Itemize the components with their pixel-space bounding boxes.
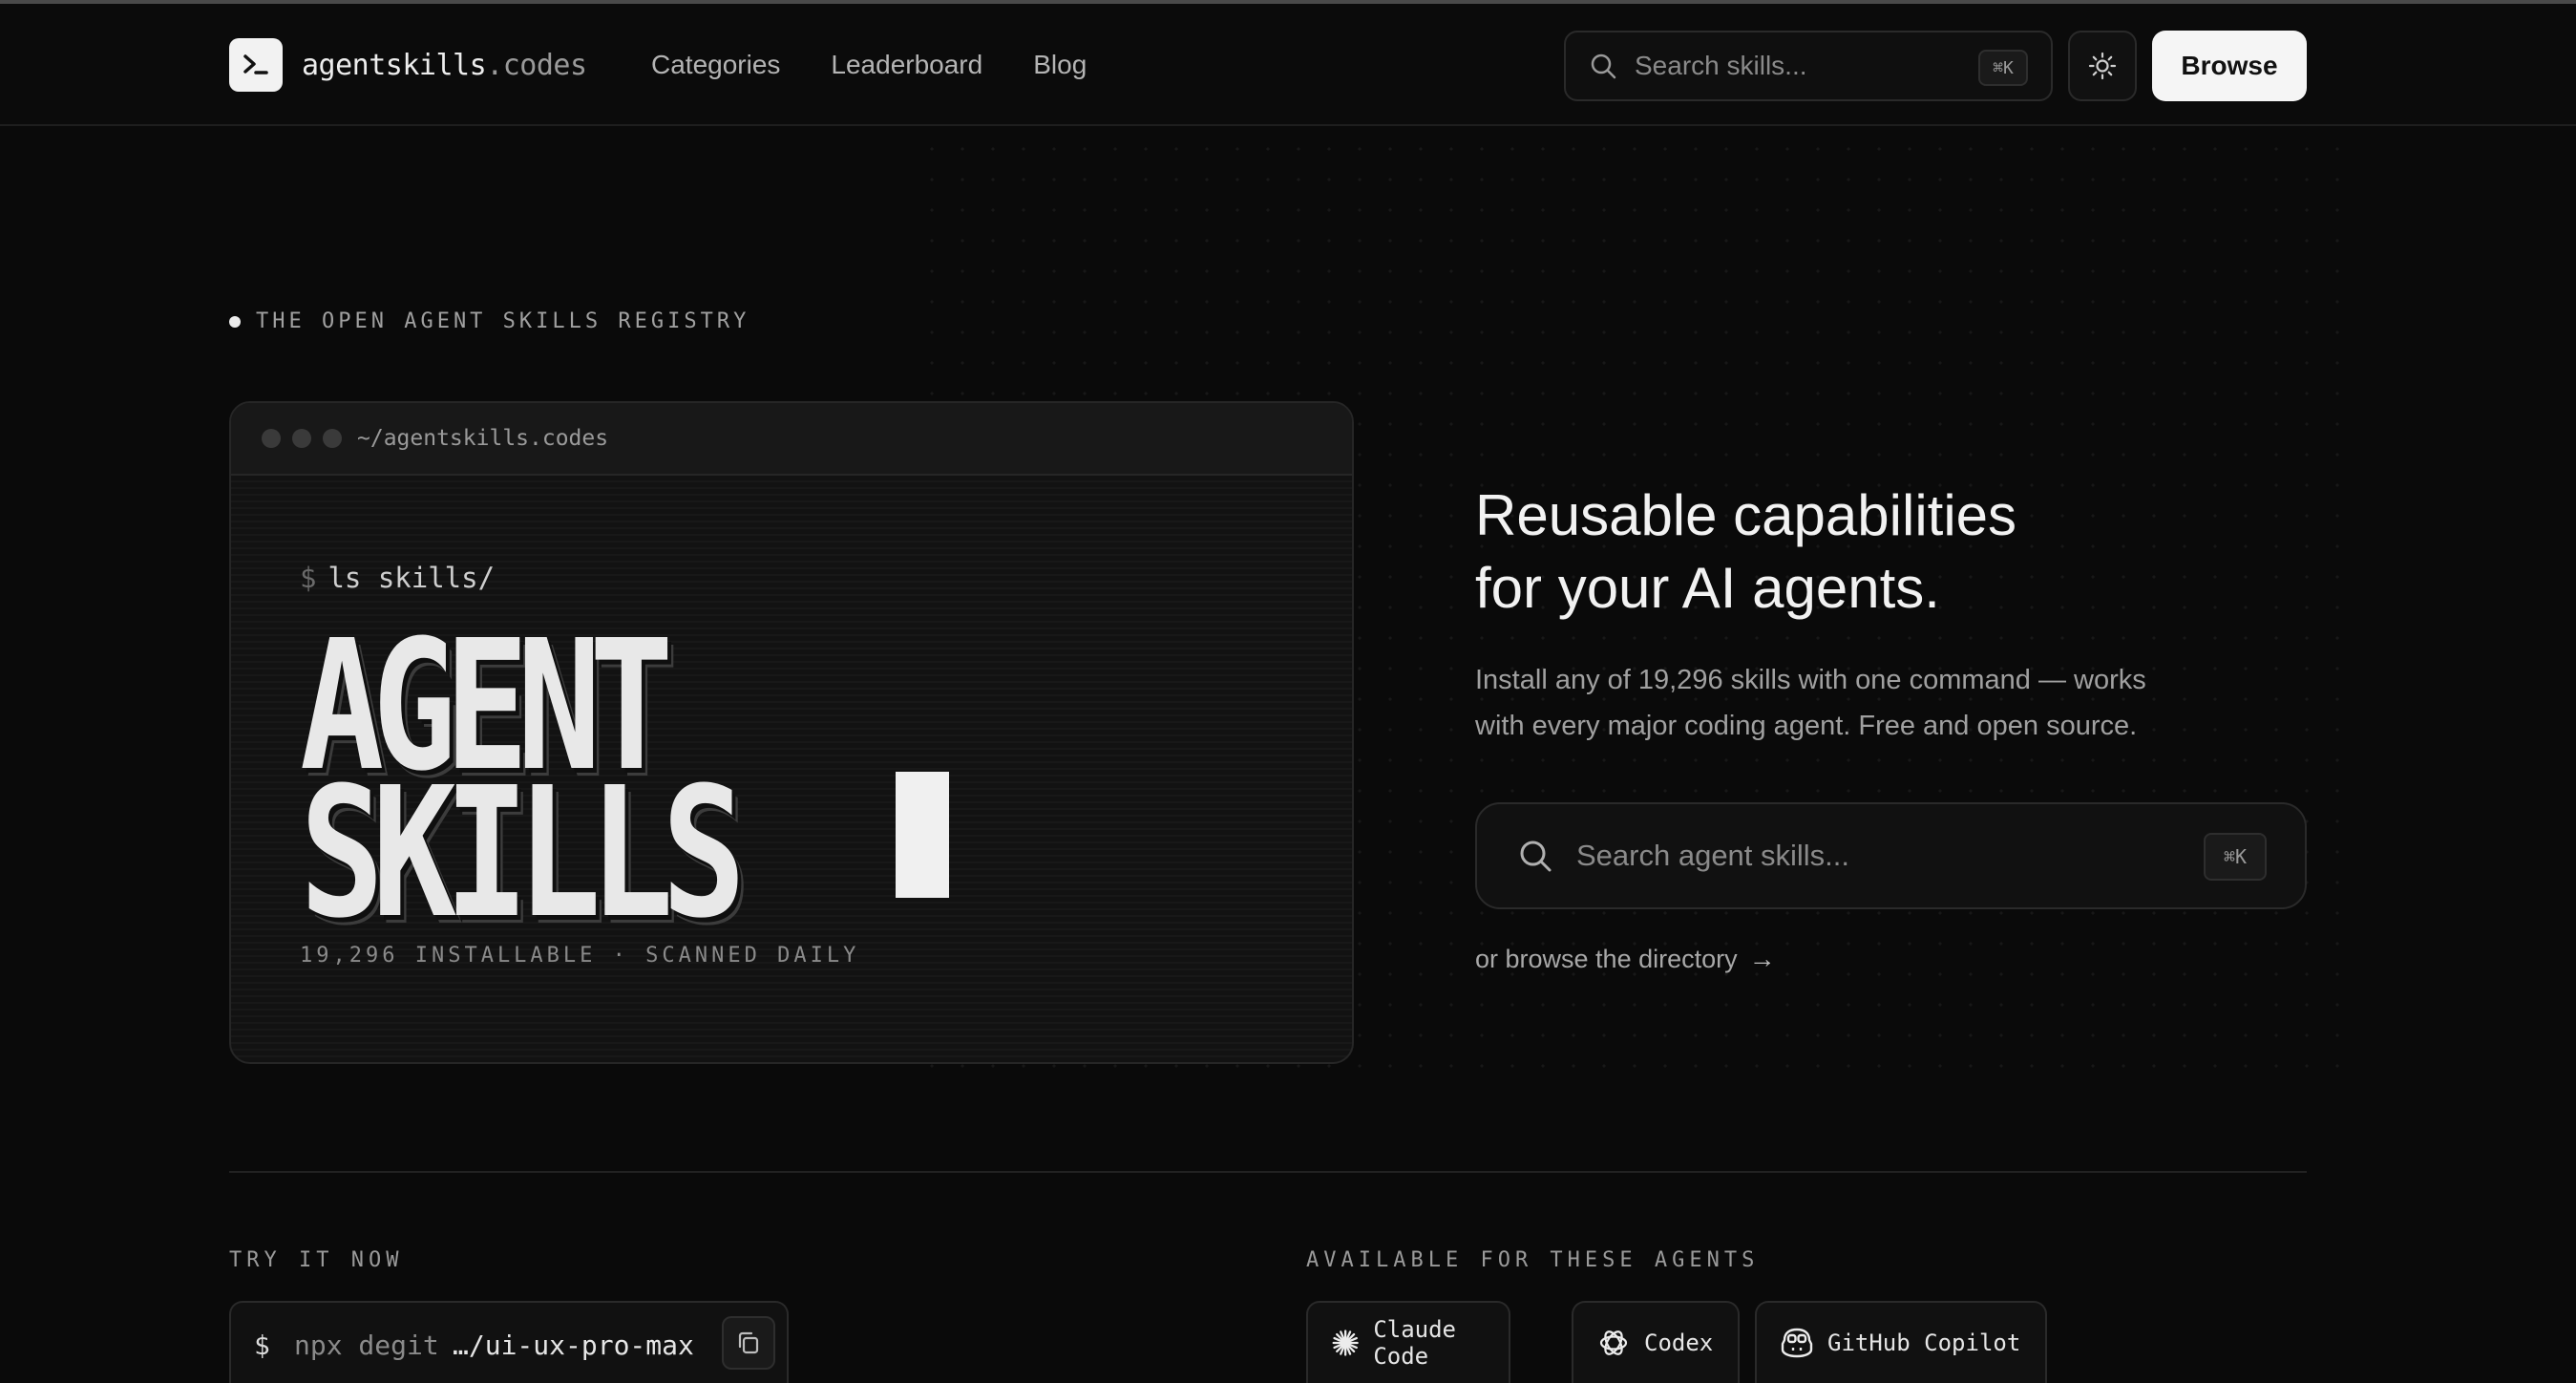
command-target: …/ui-ux-pro-max bbox=[453, 1330, 694, 1361]
terminal-dot-close bbox=[262, 429, 281, 448]
sun-icon bbox=[2088, 52, 2117, 80]
terminal-body: $ ls skills/ AGENT SKILLS 19,296 INSTALLA… bbox=[231, 476, 1352, 1062]
install-command-box: $ npx degit …/ui-ux-pro-max bbox=[229, 1301, 789, 1383]
hero-subtitle-line-2: with every major coding agent. Free and … bbox=[1475, 711, 2138, 741]
command-prefix: npx degit bbox=[294, 1330, 439, 1361]
claude-icon bbox=[1332, 1330, 1359, 1356]
hero-big-word-skills: SKILLS bbox=[300, 749, 746, 958]
section-divider bbox=[229, 1171, 2307, 1173]
prompt-symbol: $ bbox=[300, 562, 317, 594]
terminal-dot-maximize bbox=[323, 429, 342, 448]
agent-chip-codex[interactable]: Codex bbox=[1572, 1301, 1740, 1383]
copy-icon bbox=[738, 1331, 759, 1354]
agent-chip-label: Codex bbox=[1644, 1330, 1714, 1356]
openai-icon bbox=[1599, 1330, 1628, 1355]
main-nav: Categories Leaderboard Blog bbox=[651, 50, 1087, 80]
terminal-prompt-icon bbox=[229, 38, 283, 92]
agent-chip-label: GitHub Copilot bbox=[1827, 1330, 2021, 1356]
terminal-prompt: $ ls skills/ bbox=[300, 562, 495, 594]
hero-eyebrow: THE OPEN AGENT SKILLS REGISTRY bbox=[229, 309, 750, 333]
hero-subtitle: Install any of 19,296 skills with one co… bbox=[1475, 657, 2239, 749]
agent-chip-github-copilot[interactable]: GitHub Copilot bbox=[1755, 1301, 2047, 1383]
hero-search-input[interactable]: Search agent skills... ⌘K bbox=[1475, 802, 2307, 909]
hero-title-line-2: for your AI agents. bbox=[1475, 556, 1940, 620]
logo-wordmark: agentskills.codes bbox=[302, 49, 587, 82]
hero-search-shortcut: ⌘K bbox=[2204, 833, 2267, 881]
agent-chip-label: Claude Code bbox=[1373, 1316, 1457, 1370]
terminal-dot-minimize bbox=[292, 429, 311, 448]
search-icon bbox=[1591, 53, 1616, 79]
nav-categories[interactable]: Categories bbox=[651, 50, 780, 80]
site-logo[interactable]: agentskills.codes bbox=[229, 38, 587, 92]
agent-chip-claude-code[interactable]: Claude Code bbox=[1306, 1301, 1510, 1383]
terminal-stats: 19,296 INSTALLABLE · SCANNED DAILY bbox=[300, 944, 860, 968]
hero-subtitle-line-1: Install any of 19,296 skills with one co… bbox=[1475, 665, 2146, 695]
nav-blog[interactable]: Blog bbox=[1033, 50, 1087, 80]
header-search-input[interactable]: Search skills... ⌘K bbox=[1564, 31, 2053, 101]
copilot-icon bbox=[1781, 1328, 1813, 1358]
browse-directory-label: or browse the directory bbox=[1475, 944, 1738, 973]
site-header: agentskills.codes Categories Leaderboard… bbox=[0, 4, 2576, 126]
logo-domain-suffix: .codes bbox=[486, 48, 587, 82]
header-search-shortcut: ⌘K bbox=[1978, 50, 2028, 86]
copy-command-button[interactable] bbox=[722, 1316, 775, 1370]
terminal-cursor bbox=[896, 772, 949, 898]
terminal-window: ~/agentskills.codes $ ls skills/ AGENT SK… bbox=[229, 401, 1354, 1064]
terminal-title-bar: ~/agentskills.codes bbox=[231, 403, 1352, 476]
eyebrow-dot bbox=[229, 315, 241, 328]
try-it-label: TRY IT NOW bbox=[229, 1248, 404, 1272]
hero-title: Reusable capabilities for your AI agents… bbox=[1475, 479, 2334, 625]
nav-leaderboard[interactable]: Leaderboard bbox=[831, 50, 982, 80]
arrow-right-icon: → bbox=[1748, 944, 1776, 973]
eyebrow-text: THE OPEN AGENT SKILLS REGISTRY bbox=[256, 309, 750, 333]
agents-label: AVAILABLE FOR THESE AGENTS bbox=[1306, 1248, 1760, 1272]
browse-directory-link[interactable]: or browse the directory → bbox=[1475, 944, 1776, 974]
search-icon bbox=[1520, 840, 1552, 872]
hero-title-line-1: Reusable capabilities bbox=[1475, 483, 2017, 547]
browse-button[interactable]: Browse bbox=[2152, 31, 2307, 101]
command-prompt-symbol: $ bbox=[254, 1330, 270, 1361]
hero-search-placeholder: Search agent skills... bbox=[1576, 839, 1850, 872]
theme-toggle-button[interactable] bbox=[2068, 31, 2137, 101]
terminal-command: ls skills/ bbox=[327, 562, 496, 594]
header-search-placeholder: Search skills... bbox=[1635, 51, 1807, 80]
terminal-path: ~/agentskills.codes bbox=[357, 426, 609, 451]
logo-name: agentskills bbox=[302, 48, 487, 82]
